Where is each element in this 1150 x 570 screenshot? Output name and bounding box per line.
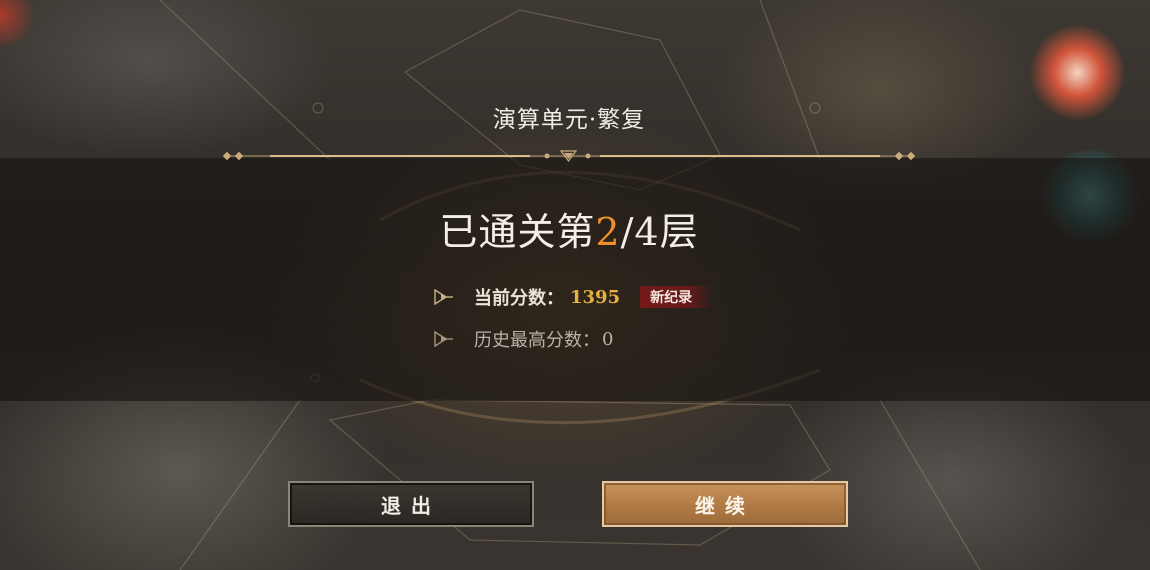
new-record-badge: 新纪录 [640,286,713,308]
play-arrow-icon [434,331,453,347]
best-score-label: 历史最高分数： [474,330,600,351]
current-score-row: 当前分数： 1395 新纪录 [434,284,713,310]
floor-progress-suffix: /4层 [620,210,699,254]
stage-title: 演算单元·繁复 [492,107,646,133]
floor-current-number: 2 [595,210,621,254]
continue-button[interactable]: 继续 [602,481,848,527]
play-arrow-icon [434,289,453,305]
current-score-value: 1395 [570,286,621,308]
floor-progress-prefix: 已通关第 [439,210,596,254]
exit-button[interactable]: 退出 [288,481,534,527]
floor-progress-heading: 已通关第2/4层 [0,201,1138,256]
best-score-row: 历史最高分数： 0 [434,326,613,352]
result-panel-band [0,158,1150,401]
best-score-value: 0 [602,328,614,350]
current-score-label: 当前分数： [474,288,564,309]
title-divider [222,150,916,162]
